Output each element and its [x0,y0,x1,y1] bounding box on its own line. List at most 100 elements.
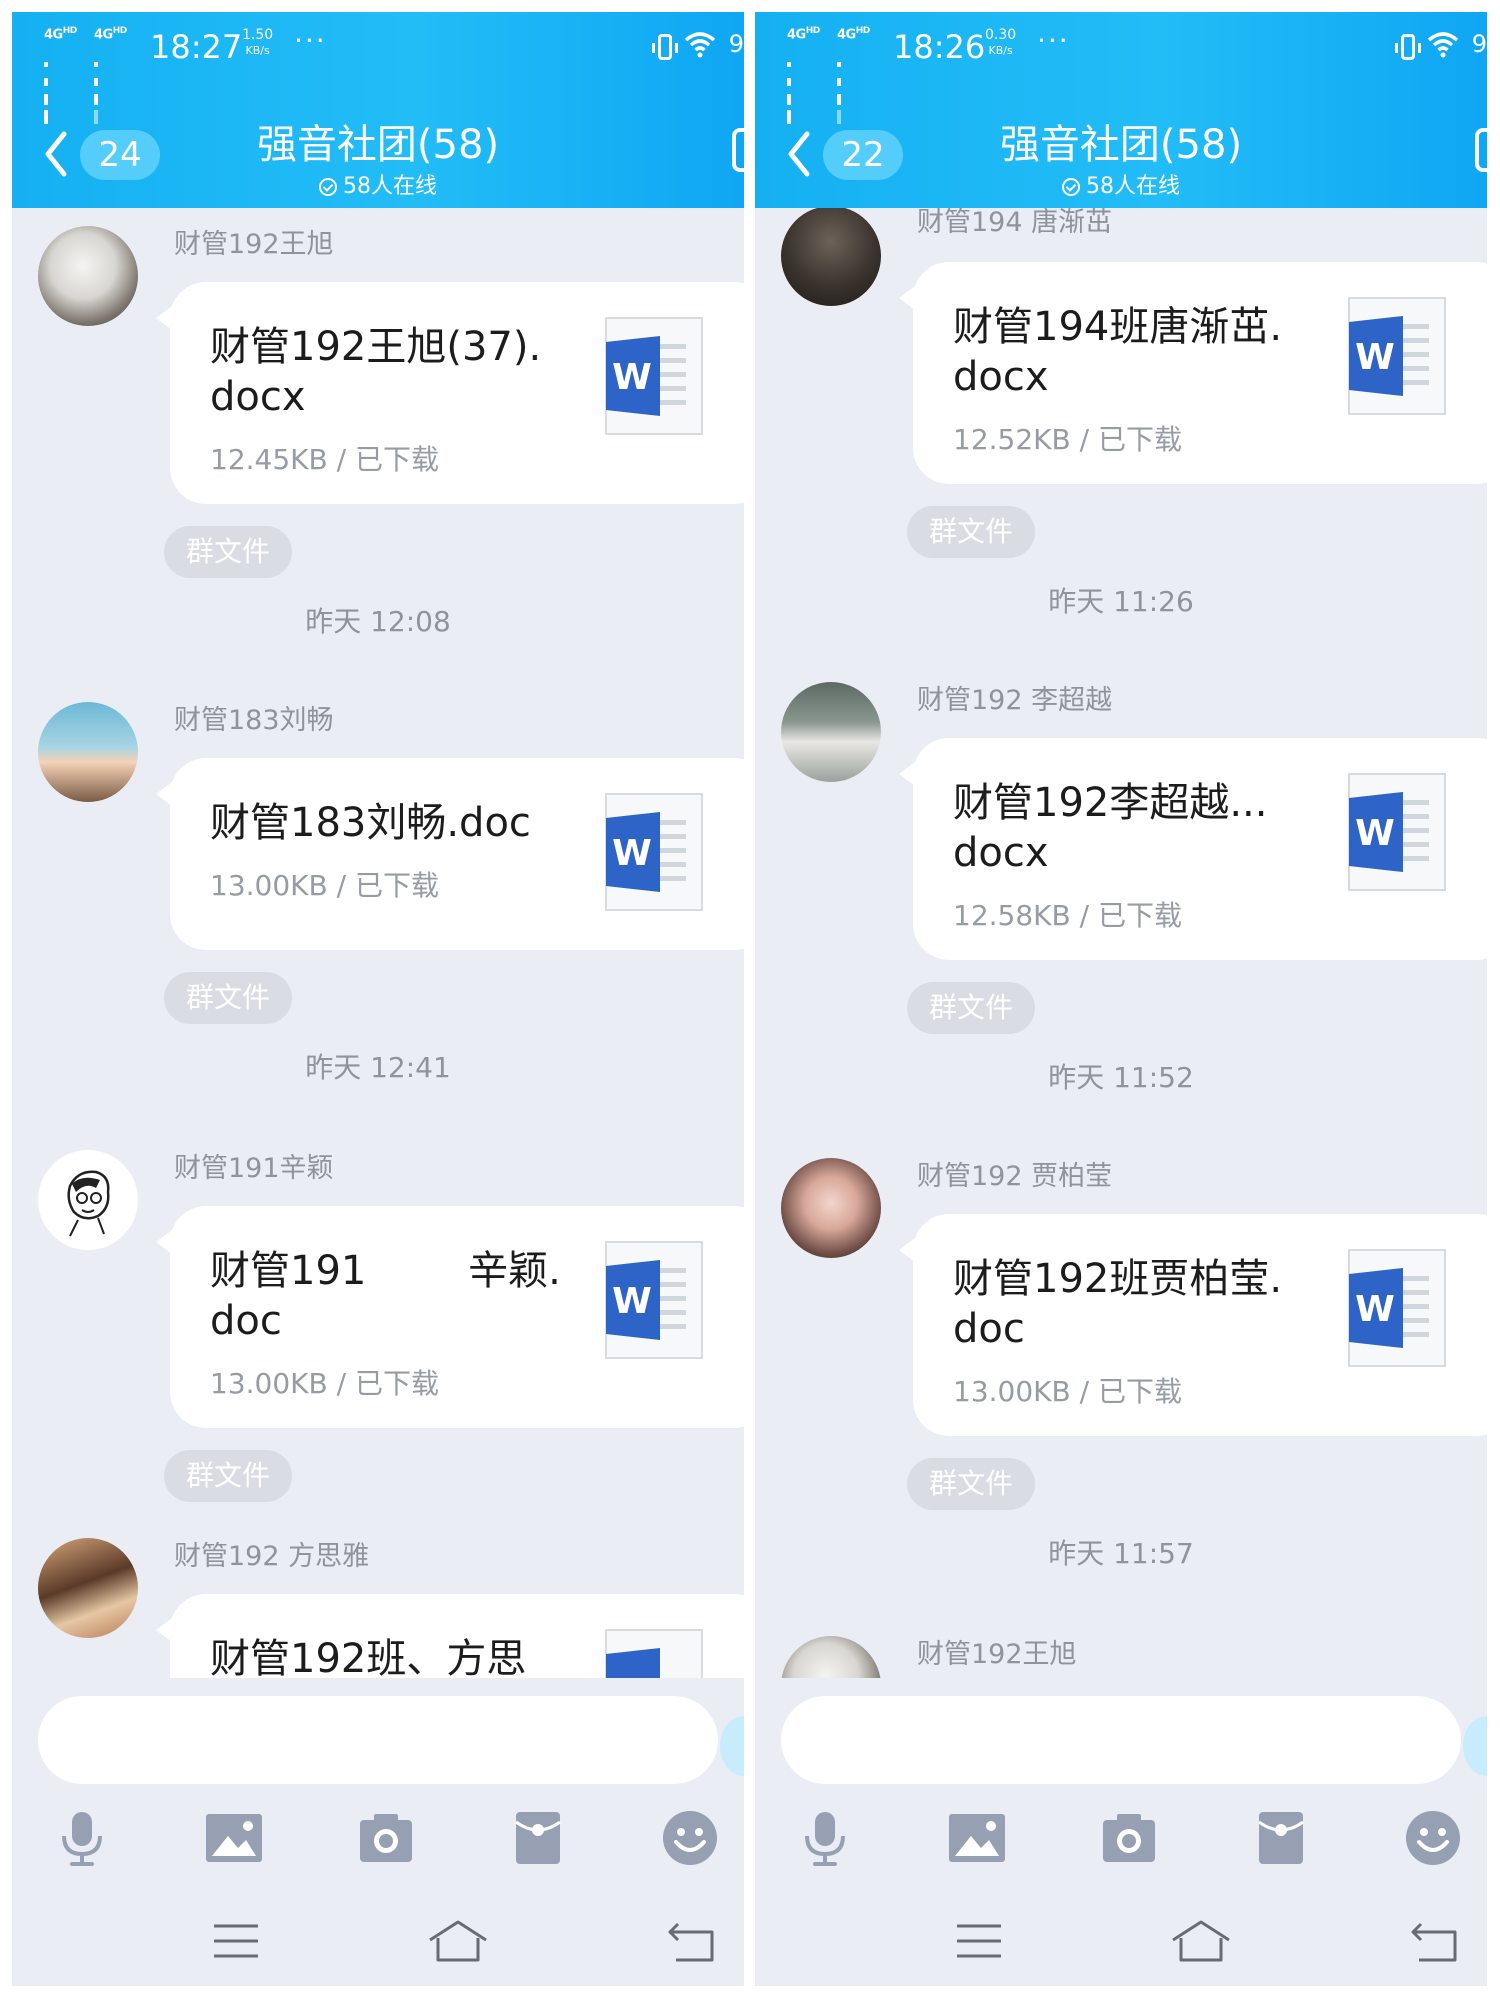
menu-icon[interactable] [949,1916,1009,1966]
timestamp: 昨天 12:08 [305,605,451,638]
file-name: 财管183刘畅.doc [210,800,531,846]
svg-text:W: W [1355,337,1395,378]
emoji-icon[interactable] [1403,1808,1463,1868]
word-file-icon: W [1348,773,1446,891]
vibrate-icon [1395,34,1421,60]
file-message-bubble[interactable]: 财管183刘畅.doc 13.00KB / 已下载 W [156,758,744,950]
avatar[interactable] [781,682,881,782]
menu-icon[interactable] [206,1916,266,1966]
word-file-icon [605,1629,703,1678]
sender-name: 财管192 李超越 [917,685,1113,716]
file-message-bubble[interactable]: 财管192班贾柏莹. doc 13.00KB / 已下载 W [899,1214,1487,1436]
word-file-icon: W [605,793,703,911]
group-file-tag[interactable]: 群文件 [164,972,292,1024]
avatar[interactable] [781,1636,881,1678]
camera-icon[interactable] [1099,1808,1159,1868]
group-file-tag[interactable]: 群文件 [907,506,1035,558]
sender-name: 财管183刘畅 [174,705,334,736]
status-time: 18:26 [893,28,986,66]
red-packet-icon[interactable] [508,1808,568,1868]
call-icon[interactable] [1475,128,1487,172]
online-check-icon [319,178,337,196]
file-name: 财管194班唐渐茁. docx [953,304,1283,400]
send-button[interactable] [1463,1716,1487,1776]
camera-icon[interactable] [356,1808,416,1868]
file-name: 财管192李超越... docx [953,780,1268,876]
chat-screen-left: 4GHD 4GHD 18:27 1.50 KB/s ··· 9 24 强音社团(5… [12,12,744,1986]
sender-name: 财管192王旭 [174,229,334,260]
back-icon[interactable] [1405,1916,1465,1966]
file-message-bubble[interactable]: 财管191 辛颖. doc 13.00KB / 已下载 W [156,1206,744,1428]
image-icon[interactable] [947,1808,1007,1868]
group-title[interactable]: 强音社团(58) [12,112,744,170]
avatar[interactable] [781,1158,881,1258]
red-packet-icon[interactable] [1251,1808,1311,1868]
sender-name: 财管194 唐渐茁 [917,208,1113,238]
microphone-icon[interactable] [52,1808,112,1868]
svg-text:W: W [1355,1289,1395,1330]
emoji-icon[interactable] [660,1808,720,1868]
home-icon[interactable] [1169,1916,1233,1966]
home-icon[interactable] [426,1916,490,1966]
back-icon[interactable] [662,1916,722,1966]
avatar[interactable] [38,226,138,326]
more-status-icon: ··· [294,24,327,57]
image-icon[interactable] [204,1808,264,1868]
file-meta: 12.52KB / 已下载 [953,423,1182,456]
group-file-tag[interactable]: 群文件 [164,1450,292,1502]
cartoon-avatar-icon [67,1170,110,1237]
message-input[interactable] [38,1696,718,1784]
chat-header: 4GHD 4GHD 18:27 1.50 KB/s ··· 9 24 强音社团(5… [12,12,744,208]
network-rate: 0.30 KB/s [985,27,1017,58]
avatar[interactable] [38,702,138,802]
file-message-bubble[interactable]: 财管192班、方思 [156,1594,744,1678]
input-area [12,1678,744,1986]
status-time: 18:27 [150,28,243,66]
call-icon[interactable] [732,128,744,172]
message-input[interactable] [781,1696,1461,1784]
file-name: 财管192班、方思 [210,1636,527,1678]
file-meta: 13.00KB / 已下载 [210,869,439,902]
timestamp: 昨天 11:52 [1048,1061,1194,1094]
more-status-icon: ··· [1037,24,1070,57]
wifi-icon [1427,32,1459,58]
chat-screen-right: 4GHD 4GHD 18:26 0.30 KB/s ··· 9 22 强音社团(5… [755,12,1487,1986]
microphone-icon[interactable] [795,1808,855,1868]
online-count: 58人在线 [755,168,1487,200]
sender-name: 财管191辛颖 [174,1153,334,1184]
file-name: 财管191 辛颖. doc [210,1248,561,1344]
word-file-icon: W [605,1241,703,1359]
group-title[interactable]: 强音社团(58) [755,112,1487,170]
svg-text:W: W [612,1281,652,1322]
group-file-tag[interactable]: 群文件 [907,982,1035,1034]
svg-text:W: W [612,357,652,398]
timestamp: 昨天 11:57 [1048,1537,1194,1570]
svg-text:W: W [1355,813,1395,854]
message-list: 财管194 唐渐茁 财管194班唐渐茁. docx 12.52KB / 已下载 … [755,208,1487,1678]
vibrate-icon [652,34,678,60]
avatar[interactable] [38,1150,138,1250]
file-meta: 13.00KB / 已下载 [953,1375,1182,1408]
file-name: 财管192王旭(37). docx [210,324,542,420]
file-message-bubble[interactable]: 财管192李超越... docx 12.58KB / 已下载 W [899,738,1487,960]
word-file-icon: W [1348,1249,1446,1367]
file-message-bubble[interactable]: 财管194班唐渐茁. docx 12.52KB / 已下载 W [899,262,1487,484]
file-meta: 13.00KB / 已下载 [210,1367,439,1400]
group-file-tag[interactable]: 群文件 [164,526,292,578]
avatar[interactable] [38,1538,138,1638]
message-list: 财管192王旭 财管192王旭(37). docx 12.45KB / 已下载 … [12,208,744,1678]
wifi-icon [684,32,716,58]
status-bar: 4GHD 4GHD 18:27 1.50 KB/s ··· 9 [12,12,744,124]
file-message-bubble[interactable]: 财管192王旭(37). docx 12.45KB / 已下载 W [156,282,744,504]
group-file-tag[interactable]: 群文件 [907,1458,1035,1510]
sender-name: 财管192 贾柏莹 [917,1161,1113,1192]
online-check-icon [1062,178,1080,196]
timestamp: 昨天 12:41 [305,1051,451,1084]
avatar[interactable] [781,208,881,306]
sender-name: 财管192 方思雅 [174,1541,370,1572]
battery-level: 9 [728,30,744,58]
file-name: 财管192班贾柏莹. doc [953,1256,1283,1352]
input-area [755,1678,1487,1986]
status-bar: 4GHD 4GHD 18:26 0.30 KB/s ··· 9 [755,12,1487,124]
send-button[interactable] [720,1716,744,1776]
